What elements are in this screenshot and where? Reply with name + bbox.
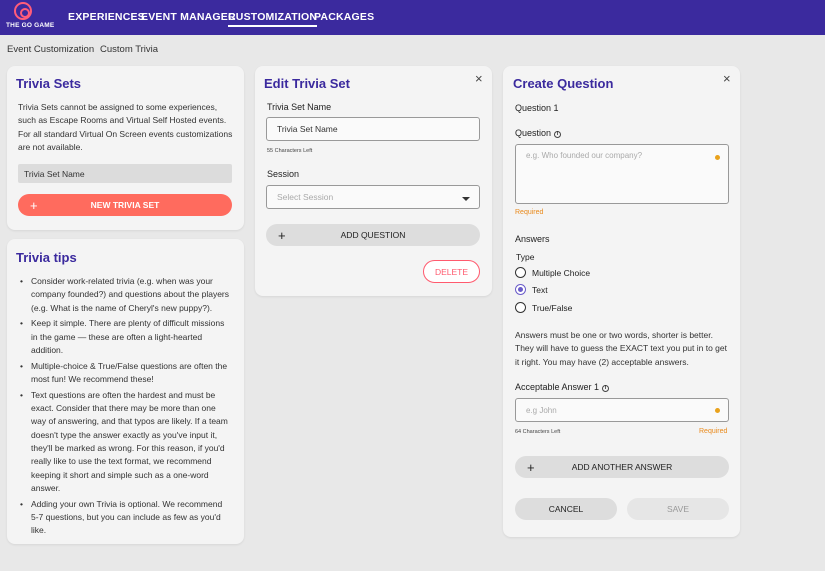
info-icon[interactable]: i [554, 131, 562, 138]
nav-customization[interactable]: CUSTOMIZATION [228, 11, 318, 27]
add-question-button[interactable]: + ADD QUESTION [266, 224, 480, 246]
trivia-sets-card: Trivia Sets Trivia Sets cannot be assign… [7, 66, 244, 230]
trivia-set-name-input[interactable]: Trivia Set Name [266, 117, 480, 141]
create-question-title: Create Question [513, 76, 614, 91]
nav-event-manager[interactable]: EVENT MANAGER [141, 11, 236, 23]
edit-trivia-set-card: Edit Trivia Set × Trivia Set Name Trivia… [255, 66, 492, 296]
tip-item: Keep it simple. There are plenty of diff… [18, 317, 232, 357]
trivia-tips-list: Consider work-related trivia (e.g. when … [18, 275, 232, 540]
go-game-logo[interactable]: THE GO GAME [6, 2, 54, 33]
required-dot-icon [715, 408, 720, 413]
breadcrumb-event-customization[interactable]: Event Customization [7, 44, 94, 55]
chevron-down-icon [462, 197, 470, 201]
session-select-value: Select Session [277, 192, 334, 202]
trivia-set-name-label: Trivia Set Name [267, 102, 332, 112]
answer-chars-left: 64 Characters Left [515, 429, 561, 435]
plus-icon: + [278, 227, 286, 243]
edit-trivia-set-title: Edit Trivia Set [264, 76, 350, 91]
logo-icon [14, 2, 32, 20]
close-icon[interactable]: × [475, 72, 483, 85]
info-icon[interactable]: i [602, 385, 610, 392]
new-trivia-set-button[interactable]: + NEW TRIVIA SET [18, 194, 232, 216]
tip-item: Consider work-related trivia (e.g. when … [18, 275, 232, 315]
nav-experiences[interactable]: EXPERIENCES [68, 11, 145, 23]
close-icon[interactable]: × [723, 72, 731, 85]
save-button[interactable]: SAVE [627, 498, 729, 520]
delete-button[interactable]: DELETE [423, 260, 480, 283]
new-trivia-set-label: NEW TRIVIA SET [90, 200, 160, 210]
acceptable-answer-label: Acceptable Answer 1i [515, 382, 610, 392]
add-question-label: ADD QUESTION [340, 230, 406, 240]
radio-label-multiple-choice: Multiple Choice [532, 268, 591, 278]
answers-hint: Answers must be one or two words, shorte… [515, 330, 727, 367]
nav-packages[interactable]: PACKAGES [314, 11, 374, 23]
required-dot-icon [715, 155, 720, 160]
answers-label: Answers [515, 234, 550, 244]
tip-item: Text questions are often the hardest and… [18, 389, 232, 495]
cancel-button[interactable]: CANCEL [515, 498, 617, 520]
question-textarea[interactable]: e.g. Who founded our company? [515, 144, 729, 204]
acceptable-answer-input[interactable]: e.g John [515, 398, 729, 422]
create-question-card: Create Question × Question 1 Question i e… [503, 66, 740, 537]
plus-icon: + [527, 459, 535, 475]
trivia-set-list-item[interactable]: Trivia Set Name [18, 164, 232, 183]
add-another-answer-button[interactable]: + ADD ANOTHER ANSWER [515, 456, 729, 478]
tip-item: Multiple-choice & True/False questions a… [18, 360, 232, 387]
breadcrumb-custom-trivia: Custom Trivia [100, 44, 159, 55]
acceptable-answer-placeholder: e.g John [526, 406, 557, 415]
question-placeholder: e.g. Who founded our company? [526, 151, 643, 160]
session-select[interactable]: Select Session [266, 185, 480, 209]
question-label-text: Question [515, 128, 552, 138]
add-another-answer-label: ADD ANOTHER ANSWER [571, 462, 673, 472]
radio-true-false[interactable] [515, 302, 526, 313]
radio-label-true-false: True/False [532, 303, 573, 313]
acceptable-answer-label-text: Acceptable Answer 1 [515, 382, 600, 392]
radio-multiple-choice[interactable] [515, 267, 526, 278]
logo-text: THE GO GAME [6, 22, 55, 29]
session-label: Session [267, 169, 300, 179]
trivia-sets-description: Trivia Sets cannot be assigned to some e… [18, 102, 233, 152]
type-label: Type [516, 252, 535, 262]
question-number: Question 1 [515, 103, 559, 113]
tip-item: Adding your own Trivia is optional. We r… [18, 498, 232, 538]
question-label: Question i [515, 128, 562, 138]
trivia-sets-title: Trivia Sets [16, 76, 82, 91]
top-nav-bar: THE GO GAME EXPERIENCES EVENT MANAGER CU… [0, 0, 825, 35]
radio-label-text: Text [532, 285, 548, 295]
trivia-tips-title: Trivia tips [16, 250, 77, 265]
chars-left-text: 55 Characters Left [267, 148, 313, 154]
required-text: Required [515, 209, 544, 216]
radio-text[interactable] [515, 284, 526, 295]
plus-icon: + [30, 197, 38, 213]
answer-required-text: Required [699, 428, 728, 435]
